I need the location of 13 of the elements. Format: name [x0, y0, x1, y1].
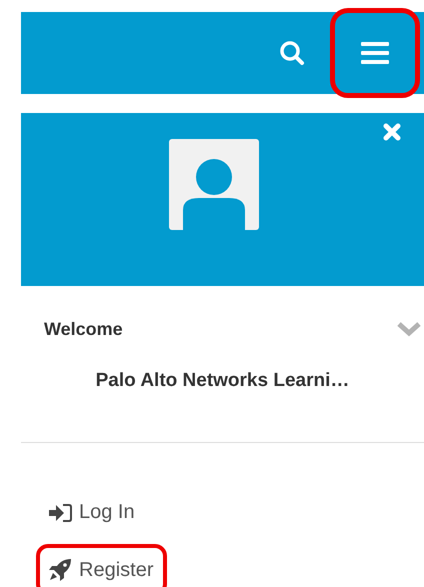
login-link[interactable]: Log In: [36, 487, 149, 538]
menu-icon: [360, 40, 390, 66]
rocket-icon: [48, 558, 73, 582]
menu-button[interactable]: [336, 14, 414, 92]
sign-in-icon: [48, 502, 73, 522]
welcome-label: Welcome: [44, 318, 123, 340]
close-icon: [382, 122, 402, 142]
close-button[interactable]: [382, 122, 402, 142]
avatar-icon: [168, 139, 258, 230]
chevron-down-icon[interactable]: [396, 321, 422, 337]
search-icon: [279, 40, 305, 66]
site-name: Palo Alto Networks Learni…: [94, 370, 350, 392]
register-link[interactable]: Register: [36, 544, 168, 587]
